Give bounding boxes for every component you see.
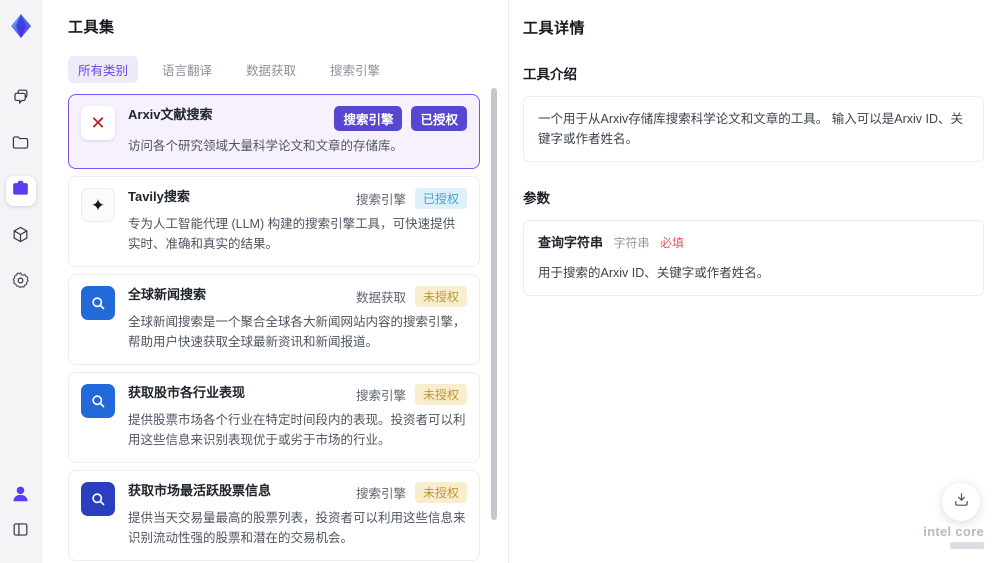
sidebar-item-models[interactable] [6, 222, 36, 252]
intel-core-logo: intel core [923, 524, 984, 549]
sidebar-item-collapse[interactable] [6, 517, 36, 547]
tool-auth-badge: 未授权 [414, 286, 467, 307]
download-icon [953, 491, 970, 513]
tool-card[interactable]: 获取股市各行业表现 搜索引擎 未授权 提供股票市场各个行业在特定时间段内的表现。… [68, 372, 480, 463]
detail-panel: 工具详情 工具介绍 一个用于从Arxiv存储库搜索科学论文和文章的工具。 输入可… [508, 0, 1000, 563]
param-type: 字符串 [613, 236, 650, 250]
tool-description: 全球新闻搜索是一个聚合全球各大新闻网站内容的搜索引擎，帮助用户快速获取全球最新资… [128, 315, 466, 349]
tool-description: 提供股票市场各个行业在特定时间段内的表现。投资者可以利用这些信息来识别表现优于或… [128, 413, 466, 447]
params-heading: 参数 [523, 191, 550, 206]
download-button[interactable] [942, 483, 980, 521]
param-name: 查询字符串 [538, 235, 604, 250]
detail-title: 工具详情 [523, 20, 586, 37]
tool-auth-badge: 已授权 [411, 106, 467, 131]
intel-badge-bar [950, 542, 984, 549]
tab-category-2[interactable]: 数据获取 [236, 56, 306, 83]
tool-card[interactable]: 获取市场最活跃股票信息 搜索引擎 未授权 提供当天交易量最高的股票列表，投资者可… [68, 470, 480, 561]
param-card: 查询字符串 字符串 必填 用于搜索的Arxiv ID、关键字或作者姓名。 [523, 220, 984, 296]
intel-core-label: intel core [923, 524, 984, 539]
sidebar-item-settings[interactable] [6, 268, 36, 298]
tool-category-badge: 数据获取 [355, 291, 406, 305]
user-icon [11, 484, 30, 508]
tool-card[interactable]: ✦ Tavily搜索 搜索引擎 已授权 专为人工智能代理 (LLM) 构建的搜索… [68, 176, 480, 267]
param-description: 用于搜索的Arxiv ID、关键字或作者姓名。 [538, 265, 770, 280]
toolset-panel: 工具集 所有类别 语言翻译 数据获取 搜索引擎 ✕ Arxiv文献搜索 搜索引擎 已授… [42, 0, 508, 563]
tool-auth-badge: 未授权 [414, 384, 467, 405]
tool-card[interactable]: ✕ Arxiv文献搜索 搜索引擎 已授权 访问各个研究领域大量科学论文和文章的存… [68, 94, 480, 169]
tool-list: ✕ Arxiv文献搜索 搜索引擎 已授权 访问各个研究领域大量科学论文和文章的存… [68, 94, 480, 563]
news-icon [81, 286, 115, 320]
tool-title: Tavily搜索 [128, 189, 190, 204]
sidebar-item-chat[interactable] [6, 84, 36, 114]
tavily-icon: ✦ [81, 188, 115, 222]
sidebar-item-toolbox[interactable] [5, 176, 36, 206]
list-scrollbar[interactable] [491, 88, 497, 563]
tool-title: 全球新闻搜索 [128, 287, 207, 302]
briefcase-icon [11, 179, 30, 203]
tool-card[interactable]: 全球新闻搜索 数据获取 未授权 全球新闻搜索是一个聚合全球各大新闻网站内容的搜索… [68, 274, 480, 365]
tool-category-badge: 搜索引擎 [334, 106, 403, 131]
intro-text: 一个用于从Arxiv存储库搜索科学论文和文章的工具。 输入可以是Arxiv ID… [523, 96, 984, 162]
param-required-badge: 必填 [660, 236, 685, 250]
folder-icon [11, 133, 30, 157]
tab-category-1[interactable]: 语言翻译 [152, 56, 222, 83]
category-tabs: 所有类别 语言翻译 数据获取 搜索引擎 [68, 56, 480, 83]
tool-category-badge: 搜索引擎 [355, 487, 406, 501]
stock2-icon [81, 482, 115, 516]
scrollbar-thumb[interactable] [491, 88, 497, 520]
tab-category-3[interactable]: 搜索引擎 [320, 56, 390, 83]
tool-category-badge: 搜索引擎 [355, 389, 406, 403]
tool-description: 提供当天交易量最高的股票列表，投资者可以利用这些信息来识别流动性强的股票和潜在的… [128, 511, 466, 545]
sidebar-item-account[interactable] [6, 481, 36, 511]
app-window: 工具集 所有类别 语言翻译 数据获取 搜索引擎 ✕ Arxiv文献搜索 搜索引擎 已授… [0, 0, 1000, 563]
tool-auth-badge: 已授权 [414, 188, 467, 209]
sidebar-item-files[interactable] [6, 130, 36, 160]
tool-description: 访问各个研究领域大量科学论文和文章的存储库。 [128, 139, 404, 153]
tool-category-badge: 搜索引擎 [355, 193, 406, 207]
sidebar [0, 0, 42, 563]
page-title: 工具集 [68, 19, 115, 36]
intro-heading: 工具介绍 [523, 67, 577, 82]
tool-description: 专为人工智能代理 (LLM) 构建的搜索引擎工具，可快速提供实时、准确和真实的结… [128, 217, 456, 251]
tool-title: 获取市场最活跃股票信息 [128, 483, 272, 498]
cube-icon [11, 225, 30, 249]
tool-title: Arxiv文献搜索 [128, 107, 213, 122]
param-header: 查询字符串 字符串 必填 [538, 233, 969, 254]
tab-category-0[interactable]: 所有类别 [68, 56, 139, 83]
tool-auth-badge: 未授权 [414, 482, 467, 503]
app-logo-icon [7, 12, 35, 40]
tool-title: 获取股市各行业表现 [128, 385, 246, 400]
gear-icon [11, 271, 30, 295]
arxiv-icon: ✕ [81, 106, 115, 140]
stock-icon [81, 384, 115, 418]
chat-icon [11, 87, 30, 111]
panel-icon [11, 520, 30, 544]
